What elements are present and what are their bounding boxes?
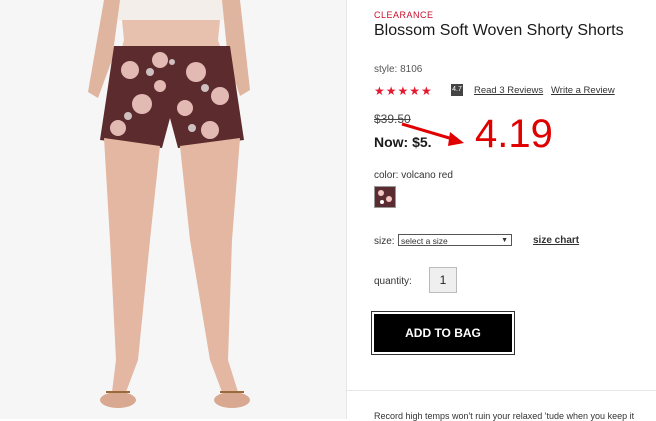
- annotation-arrow-icon: [401, 122, 464, 146]
- color-swatch-volcano-red[interactable]: [374, 186, 396, 208]
- rating-badge: 4.7: [451, 84, 463, 96]
- quantity-label: quantity:: [374, 276, 412, 287]
- product-title: Blossom Soft Woven Shorty Shorts: [374, 22, 624, 39]
- product-description: Record high temps won't ruin your relaxe…: [374, 411, 635, 421]
- product-info-panel: CLEARANCE Blossom Soft Woven Shorty Shor…: [346, 0, 656, 421]
- divider: [346, 390, 656, 391]
- size-select[interactable]: select a size ▼: [398, 234, 512, 246]
- product-image: [0, 0, 347, 419]
- write-review-link[interactable]: Write a Review: [551, 85, 615, 96]
- size-label: size:: [374, 236, 395, 247]
- clearance-badge: CLEARANCE: [374, 10, 434, 20]
- read-reviews-link[interactable]: Read 3 Reviews: [474, 85, 543, 96]
- size-select-value: select a size: [401, 236, 448, 246]
- color-label: color: volcano red: [374, 170, 453, 181]
- quantity-input[interactable]: 1: [429, 267, 457, 293]
- size-chart-link[interactable]: size chart: [533, 235, 579, 246]
- rating-stars: ★★★★★: [374, 84, 433, 98]
- annotation-price: 4.19: [475, 112, 553, 156]
- add-to-bag-button[interactable]: ADD TO BAG: [374, 314, 512, 352]
- chevron-down-icon: ▼: [501, 237, 508, 244]
- style-number: style: 8106: [374, 64, 423, 75]
